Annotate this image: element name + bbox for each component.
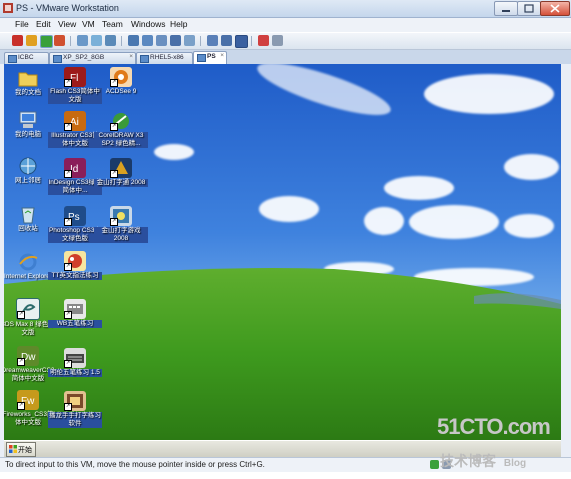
console-view-button[interactable] bbox=[184, 35, 195, 46]
coreldraw-icon: ↗ bbox=[110, 111, 132, 131]
vm-icon bbox=[197, 54, 206, 62]
show-toolbar-button[interactable] bbox=[221, 35, 232, 46]
toolbar-separator bbox=[121, 36, 122, 46]
unity-button[interactable] bbox=[156, 35, 167, 46]
start-label: 开始 bbox=[18, 447, 32, 454]
folder-docs-icon bbox=[17, 68, 39, 88]
ie-icon bbox=[17, 252, 39, 272]
icon-label: CorelDRAW X3 SP2 绿色精... bbox=[94, 132, 148, 148]
icon-label: TT英文指法练习 bbox=[48, 272, 102, 280]
show-tabs-button[interactable] bbox=[235, 35, 248, 48]
snapshot-manager-button[interactable] bbox=[105, 35, 116, 46]
tab-close-icon[interactable]: × bbox=[220, 52, 224, 59]
fireworks-icon: Fw ↗ bbox=[17, 390, 39, 410]
illustrator-icon: Ai ↗ bbox=[64, 111, 86, 131]
tt-typing-icon: ↗ bbox=[64, 251, 86, 271]
show-sidebar-button[interactable] bbox=[207, 35, 218, 46]
close-icon bbox=[550, 4, 560, 13]
acdsee-icon: ↗ bbox=[110, 67, 132, 87]
full-screen-button[interactable] bbox=[128, 35, 139, 46]
typing-game-icon: ↗ bbox=[64, 391, 86, 411]
tab-xp-sp2-8gb[interactable]: XP_SP2_8GB × bbox=[49, 52, 136, 64]
desktop-icon-jinshan-typing[interactable]: ↗ 金山打字通 2008 bbox=[94, 158, 148, 187]
watermark-site: 51CTO.com bbox=[437, 414, 551, 439]
recycle-bin-icon bbox=[17, 204, 39, 224]
tab-label: PS bbox=[207, 53, 216, 60]
toolbar-separator bbox=[70, 36, 71, 46]
vm-icon bbox=[53, 55, 62, 63]
tab-close-icon[interactable]: × bbox=[129, 53, 133, 60]
photoshop-icon: Ps ↗ bbox=[64, 206, 86, 226]
tab-rhel5-x86[interactable]: RHEL5-x86 bbox=[136, 52, 193, 64]
desktop-icon-typing-game[interactable]: ↗ 播龙手手打字练习软件 bbox=[48, 391, 102, 428]
indesign-icon: Id ↗ bbox=[64, 158, 86, 178]
reset-button[interactable] bbox=[54, 35, 65, 46]
desktop-icon-coreldraw[interactable]: ↗ CorelDRAW X3 SP2 绿色精... bbox=[94, 111, 148, 148]
title-bar: PS - VMware Workstation bbox=[0, 0, 571, 18]
menu-help[interactable]: Help bbox=[170, 19, 187, 29]
power-off-button[interactable] bbox=[12, 35, 23, 46]
desktop-icon-jinshan-game[interactable]: ↗ 金山打字游戏 2008 bbox=[94, 206, 148, 243]
3dsmax-icon: ↗ bbox=[16, 298, 40, 320]
network-status-icon[interactable] bbox=[430, 460, 439, 469]
wubi-icon: ↗ bbox=[64, 299, 86, 319]
revert-snapshot-button[interactable] bbox=[91, 35, 102, 46]
icon-label: 播龙手手打字练习软件 bbox=[48, 412, 102, 428]
network-icon bbox=[17, 156, 39, 176]
preferences-button[interactable] bbox=[272, 35, 283, 46]
dreamweaver-icon: Dw ↗ bbox=[17, 346, 39, 366]
icon-label: 明伦五笔练习 1.5 bbox=[48, 369, 102, 377]
icon-label: WB五笔练习 bbox=[48, 320, 102, 328]
desktop-icon-minglun-wubi[interactable]: ↗ 明伦五笔练习 1.5 bbox=[48, 348, 102, 377]
maximize-button[interactable] bbox=[517, 1, 541, 16]
desktop-icon-acdsee[interactable]: ↗ ACDSee 9 bbox=[94, 67, 148, 96]
summary-view-button[interactable] bbox=[170, 35, 181, 46]
jinshan-game-icon: ↗ bbox=[110, 206, 132, 226]
toolbar-separator bbox=[200, 36, 201, 46]
icon-label: ACDSee 9 bbox=[105, 88, 137, 95]
vm-icon bbox=[140, 55, 149, 63]
icon-label: 金山打字通 2008 bbox=[94, 179, 148, 187]
icon-label: 金山打字游戏 2008 bbox=[94, 227, 148, 243]
power-on-button[interactable] bbox=[40, 35, 53, 48]
tab-bar: ICBC XP_SP2_8GB × RHEL5-x86 PS × bbox=[0, 50, 571, 65]
menu-vm[interactable]: VM bbox=[82, 19, 95, 29]
tab-icbc[interactable]: ICBC bbox=[4, 52, 49, 64]
minimize-button[interactable] bbox=[494, 1, 518, 16]
window-frame-right bbox=[561, 64, 571, 457]
tab-label: XP_SP2_8GB bbox=[63, 54, 105, 61]
my-computer-icon bbox=[17, 110, 39, 130]
menu-windows[interactable]: Windows bbox=[131, 19, 165, 29]
suspend-button[interactable] bbox=[26, 35, 37, 46]
flash-icon: Fl ↗ bbox=[64, 67, 86, 87]
status-text: To direct input to this VM, move the mou… bbox=[5, 460, 265, 469]
windows-logo-icon bbox=[9, 445, 17, 453]
tab-ps[interactable]: PS × bbox=[193, 51, 227, 64]
quick-switch-button[interactable] bbox=[142, 35, 153, 46]
vm-console[interactable]: 我的文档 我的电脑 网上邻居 回收站 Internet Explorer ↗ 3… bbox=[4, 64, 561, 440]
menu-file[interactable]: File bbox=[15, 19, 29, 29]
toolbar bbox=[0, 33, 571, 50]
menu-view[interactable]: View bbox=[58, 19, 76, 29]
vm-icon bbox=[8, 55, 17, 63]
watermark-tagline-text: 技术博客 bbox=[440, 453, 496, 469]
team-button[interactable] bbox=[258, 35, 269, 46]
keyboard-icon: ↗ bbox=[64, 348, 86, 368]
start-button[interactable]: 开始 bbox=[6, 442, 36, 457]
menu-bar: File Edit View VM Team Windows Help bbox=[0, 18, 571, 32]
jinshan-typing-icon: ↗ bbox=[110, 158, 132, 178]
toolbar-separator bbox=[251, 36, 252, 46]
watermark-tagline: 技术博客 Blog bbox=[440, 451, 526, 471]
menu-edit[interactable]: Edit bbox=[36, 19, 51, 29]
vmware-app-icon bbox=[3, 3, 13, 13]
tab-label: ICBC bbox=[18, 54, 34, 61]
tab-label: RHEL5-x86 bbox=[150, 54, 184, 61]
watermark-blog: Blog bbox=[503, 458, 527, 469]
desktop-icon-wb-wubi[interactable]: ↗ WB五笔练习 bbox=[48, 299, 102, 328]
snapshot-button[interactable] bbox=[77, 35, 88, 46]
menu-team[interactable]: Team bbox=[102, 19, 123, 29]
desktop-icon-tt-typing[interactable]: ↗ TT英文指法练习 bbox=[48, 251, 102, 280]
close-button[interactable] bbox=[540, 1, 570, 16]
window-title: PS - VMware Workstation bbox=[16, 3, 119, 13]
